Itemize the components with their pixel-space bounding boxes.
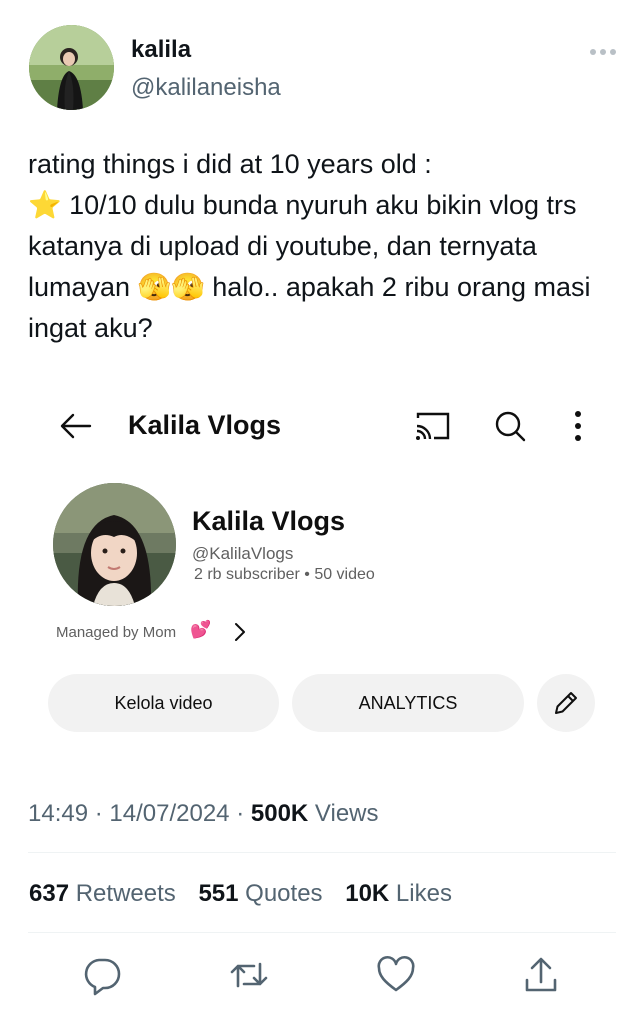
views-count: 500K <box>250 800 309 827</box>
separator: · <box>236 800 245 827</box>
quotes-stat[interactable]: 551 Quotes <box>198 880 322 907</box>
views-label: Views <box>314 800 379 827</box>
retweets-stat[interactable]: 637 Retweets <box>29 880 176 907</box>
tweet-text-body: rating things i did at 10 years old : ⭐ … <box>28 149 591 343</box>
channel-handle: @KalilaVlogs <box>192 544 294 563</box>
heart-icon[interactable] <box>375 954 417 996</box>
manage-videos-button: Kelola video <box>48 674 279 732</box>
embed-title: Kalila Vlogs <box>128 410 282 440</box>
likes-count: 10K <box>345 880 390 907</box>
arrow-left-icon <box>58 408 94 444</box>
likes-stat[interactable]: 10K Likes <box>345 880 452 907</box>
author-name[interactable]: kalila <box>131 36 191 64</box>
tweet-date[interactable]: 14/07/2024 <box>109 800 229 827</box>
retweets-count: 637 <box>29 880 70 907</box>
cast-icon <box>412 408 452 444</box>
tweet-time[interactable]: 14:49 <box>28 800 88 827</box>
retweets-label: Retweets <box>75 880 176 907</box>
more-horizontal-icon[interactable] <box>588 42 618 62</box>
retweet-icon[interactable] <box>228 954 270 996</box>
reply-icon[interactable] <box>81 954 123 996</box>
analytics-button: ANALYTICS <box>292 674 524 732</box>
managed-by-label: Managed by Mom <box>56 624 177 641</box>
share-icon[interactable] <box>520 954 562 996</box>
author-avatar[interactable] <box>29 25 114 110</box>
separator: · <box>94 800 103 827</box>
quotes-count: 551 <box>198 880 239 907</box>
likes-label: Likes <box>395 880 452 907</box>
tweet-stats: 637 Retweets 551 Quotes 10K Likes <box>29 880 452 908</box>
pencil-icon <box>537 674 595 732</box>
channel-stats: 2 rb subscriber • 50 video <box>194 566 375 583</box>
tweet-text: rating things i did at 10 years old : ⭐ … <box>28 144 618 349</box>
search-icon <box>492 408 528 444</box>
tweet-meta: 14:49 · 14/07/2024 · 500K Views <box>28 800 379 828</box>
chevron-right-icon <box>230 620 250 644</box>
quotes-label: Quotes <box>245 880 323 907</box>
author-handle[interactable]: @kalilaneisha <box>131 74 281 102</box>
divider <box>28 932 616 933</box>
channel-avatar <box>53 483 176 606</box>
more-vertical-icon <box>562 408 594 444</box>
heart-emoji: 💕 <box>190 620 212 639</box>
channel-name: Kalila Vlogs <box>192 506 346 536</box>
divider <box>28 852 616 853</box>
